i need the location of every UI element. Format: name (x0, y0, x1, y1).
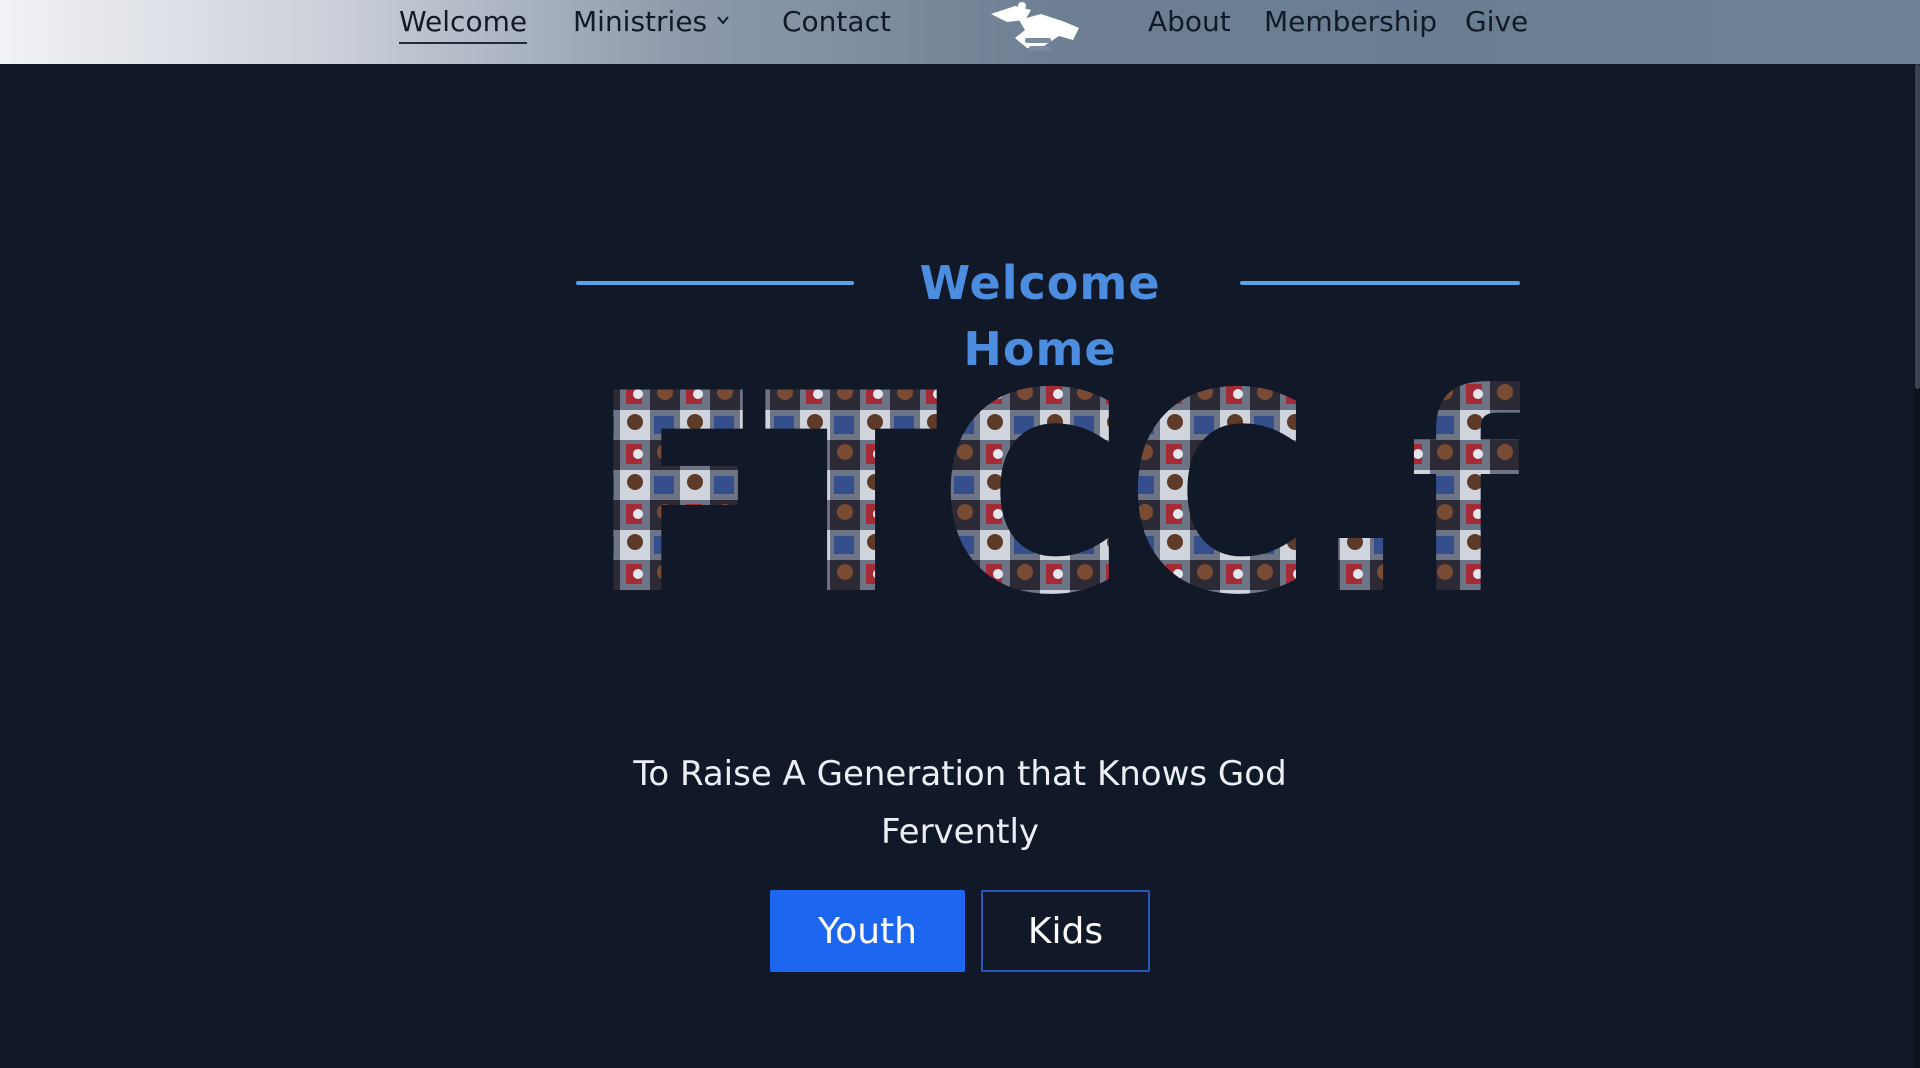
nav-welcome[interactable]: Welcome (399, 2, 528, 44)
youth-button[interactable]: Youth (770, 890, 965, 972)
nav-contact[interactable]: Contact (782, 2, 891, 42)
top-navigation: Welcome Ministries Contact About Members… (0, 0, 1920, 64)
ftcc-photo-lettering: FTCC.f (590, 380, 1520, 610)
nav-membership[interactable]: Membership (1264, 2, 1437, 42)
tagline-line-1: To Raise A Generation that Knows God (633, 754, 1287, 794)
helping-hands-icon[interactable] (985, 0, 1085, 64)
chevron-down-icon (717, 16, 729, 25)
ftcc-brand-text: FTCC.f (590, 380, 1520, 610)
nav-ministries-label: Ministries (573, 5, 708, 38)
tagline-line-2: Fervently (880, 812, 1040, 852)
heading-divider-right (1240, 281, 1520, 285)
mission-tagline: To Raise A Generation that Knows God Fer… (600, 745, 1320, 861)
scrollbar-thumb[interactable] (1915, 64, 1920, 389)
heading-divider-left (576, 281, 854, 285)
scrollbar[interactable] (1914, 64, 1920, 1068)
nav-about[interactable]: About (1148, 2, 1231, 42)
nav-ministries[interactable]: Ministries (573, 2, 729, 42)
nav-give[interactable]: Give (1465, 2, 1528, 42)
kids-button[interactable]: Kids (981, 890, 1150, 972)
welcome-heading: Welcome Home (919, 256, 1161, 376)
